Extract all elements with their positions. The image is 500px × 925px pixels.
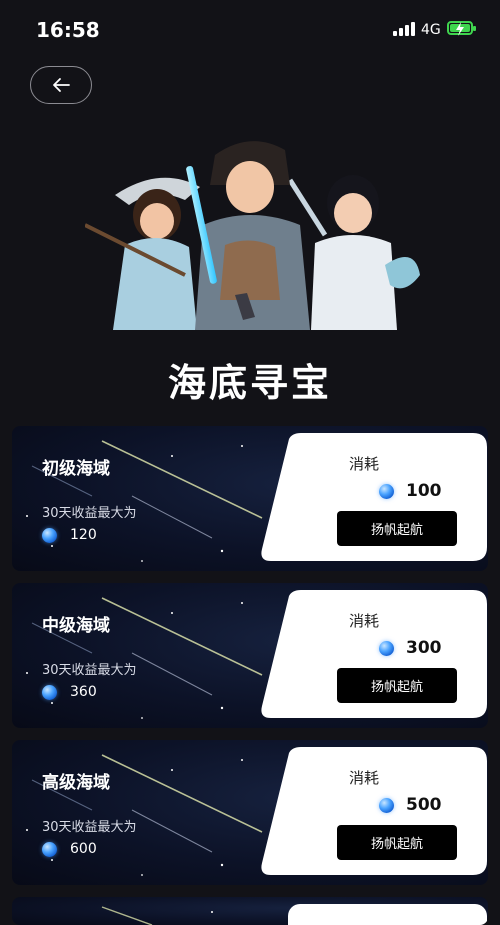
set-sail-button[interactable]: 扬帆起航 (337, 825, 457, 860)
card-title: 中级海域 (42, 616, 110, 636)
card-subtitle: 30天收益最大为 (42, 820, 137, 835)
gem-icon (379, 797, 394, 813)
sea-card-intermediate: 中级海域 30天收益最大为 360 消耗 300 扬帆起航 (12, 583, 488, 728)
signal-icon (393, 22, 415, 36)
gem-icon (379, 483, 394, 499)
reward-value: 120 (70, 527, 97, 543)
card-reward: 360 (42, 684, 97, 700)
cost-panel: 消耗 100 扬帆起航 (259, 433, 487, 561)
cost-panel (288, 904, 487, 925)
set-sail-button[interactable]: 扬帆起航 (337, 668, 457, 703)
card-title: 高级海域 (42, 773, 110, 793)
arrow-left-icon (53, 78, 70, 92)
cost-value: 300 (406, 638, 442, 658)
cost-amount: 300 (379, 638, 442, 658)
sea-card-partial (12, 897, 488, 925)
card-reward: 600 (42, 841, 97, 857)
set-sail-button[interactable]: 扬帆起航 (337, 511, 457, 546)
reward-value: 600 (70, 841, 97, 857)
card-subtitle: 30天收益最大为 (42, 663, 137, 678)
gem-icon (42, 841, 57, 857)
cost-amount: 100 (379, 481, 442, 501)
sea-card-advanced: 高级海域 30天收益最大为 600 消耗 500 扬帆起航 (12, 740, 488, 885)
cost-amount: 500 (379, 795, 442, 815)
status-time: 16:58 (36, 18, 100, 42)
gem-icon (42, 527, 57, 543)
cost-label: 消耗 (349, 612, 380, 630)
card-title: 初级海域 (42, 459, 110, 479)
gem-icon (42, 684, 57, 700)
status-bar: 16:58 4G (0, 0, 500, 60)
cost-value: 500 (406, 795, 442, 815)
sea-card-beginner: 初级海域 30天收益最大为 120 消耗 100 扬帆起航 (12, 426, 488, 571)
cost-label: 消耗 (349, 769, 380, 787)
battery-icon (447, 21, 476, 36)
cost-panel: 消耗 300 扬帆起航 (259, 590, 487, 718)
card-reward: 120 (42, 527, 97, 543)
back-button[interactable] (30, 66, 92, 104)
reward-value: 360 (70, 684, 97, 700)
hero-illustration (85, 141, 420, 330)
cost-label: 消耗 (349, 455, 380, 473)
network-label: 4G (421, 22, 441, 38)
page-title: 海底寻宝 (167, 361, 332, 405)
gem-icon (379, 640, 394, 656)
card-subtitle: 30天收益最大为 (42, 506, 137, 521)
cost-panel: 消耗 500 扬帆起航 (259, 747, 487, 875)
cost-value: 100 (406, 481, 442, 501)
